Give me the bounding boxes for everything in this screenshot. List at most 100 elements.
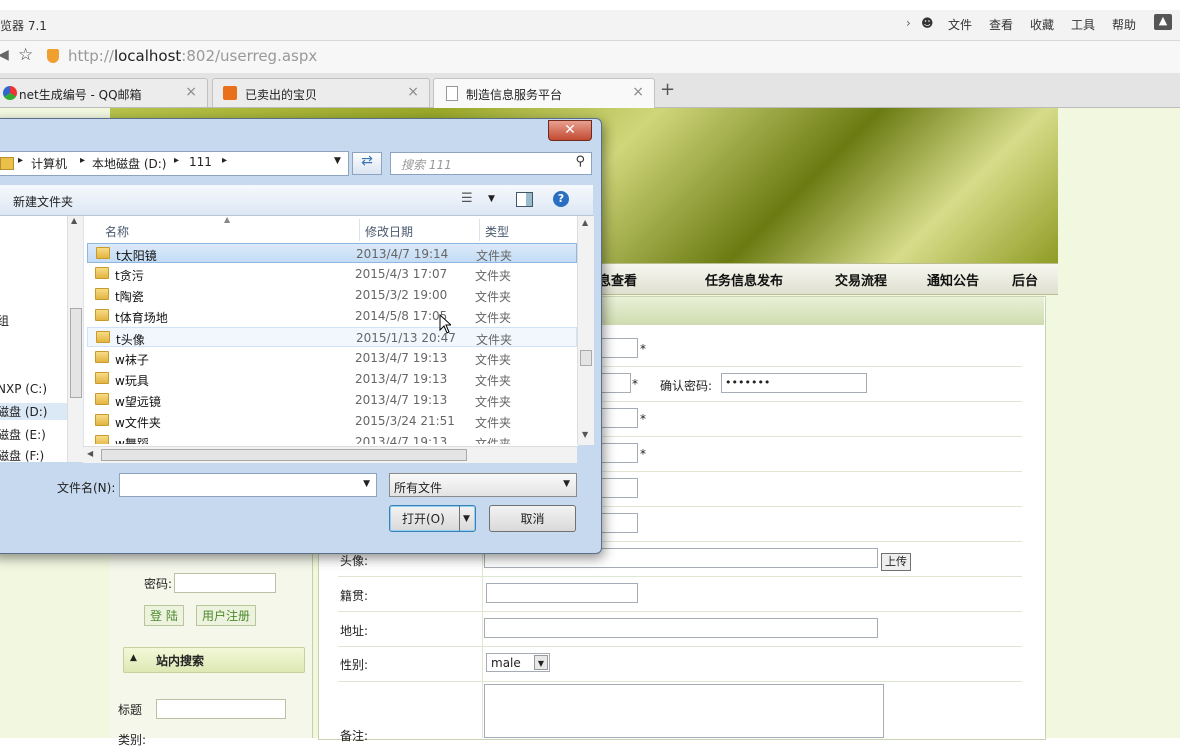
chevron-down-icon[interactable]: ▼ <box>363 479 370 489</box>
confirm-password-input[interactable]: ••••••• <box>721 373 867 393</box>
file-date: 2014/5/8 17:05 <box>355 309 447 323</box>
nav-trade-flow[interactable]: 交易流程 <box>835 270 887 289</box>
file-row[interactable]: t体育场地 2014/5/8 17:05 文件夹 <box>87 306 577 326</box>
search-input[interactable]: 搜索 111 ⚲ <box>390 152 592 175</box>
chevron-right-icon[interactable]: › <box>906 16 911 30</box>
close-icon[interactable]: × <box>407 84 419 100</box>
address-input[interactable] <box>484 618 878 638</box>
scroll-down-icon[interactable]: ▼ <box>582 430 588 439</box>
filetype-select[interactable]: 所有文件 ▼ <box>389 473 577 497</box>
close-icon[interactable]: × <box>185 84 197 100</box>
chevron-down-icon[interactable]: ▼ <box>463 506 470 532</box>
gender-select[interactable]: male ▼ <box>486 653 550 672</box>
view-list-icon[interactable]: ☰ <box>461 191 473 206</box>
breadcrumb-computer[interactable]: 计算机 <box>31 155 67 172</box>
scroll-thumb[interactable] <box>580 350 592 366</box>
star-icon[interactable]: ☆ <box>18 45 33 65</box>
file-row[interactable]: t太阳镜2013/4/7 19:14文件夹 <box>87 243 577 263</box>
menu-help[interactable]: 帮助 <box>1112 16 1136 33</box>
folder-icon <box>96 247 110 259</box>
file-type: 文件夹 <box>475 393 511 410</box>
tab-label: net生成编号 - QQ邮箱 <box>19 86 142 103</box>
column-type[interactable]: 类型 <box>485 223 509 240</box>
folder-icon <box>95 393 109 405</box>
nav-drive-c[interactable]: NXP (C:) <box>0 382 47 396</box>
scroll-up-icon[interactable]: ▲ <box>582 218 588 227</box>
file-row[interactable]: w望远镜2013/4/7 19:13文件夹 <box>87 390 577 410</box>
tab-platform[interactable]: 制造信息服务平台 × <box>433 78 655 108</box>
scroll-thumb[interactable] <box>101 449 467 461</box>
open-button[interactable]: 打开(O) ▼ <box>389 505 476 532</box>
menu-tools[interactable]: 工具 <box>1071 16 1095 33</box>
menu-view[interactable]: 查看 <box>989 16 1013 33</box>
filename-input[interactable]: ▼ <box>119 473 377 497</box>
file-scrollbar[interactable]: ▲ ▼ <box>577 216 594 445</box>
user-icon[interactable]: ☻ <box>921 16 934 30</box>
column-name[interactable]: 名称 <box>105 223 129 240</box>
breadcrumb[interactable]: ▸ 计算机 ▸ 本地磁盘 (D:) ▸ 111 ▸ ▼ <box>0 151 349 176</box>
refresh-icon[interactable]: ⇄ <box>352 152 382 175</box>
url-input[interactable]: http://localhost:802/userreg.aspx <box>68 47 317 65</box>
scroll-up-icon[interactable]: ▲ <box>71 216 77 225</box>
skin-icon[interactable]: ▲ <box>1154 14 1172 30</box>
nav-item[interactable]: 组 <box>0 312 9 329</box>
notes-label: 备注: <box>340 727 368 744</box>
search-panel-header: ▲ 站内搜索 <box>123 647 305 673</box>
tab-taobao[interactable]: 已卖出的宝贝 × <box>212 78 430 107</box>
file-row[interactable]: w袜子2013/4/7 19:13文件夹 <box>87 348 577 368</box>
file-row[interactable]: w玩具2013/4/7 19:13文件夹 <box>87 369 577 389</box>
upload-button[interactable]: 上传 <box>881 553 911 571</box>
native-input[interactable] <box>486 583 638 603</box>
new-tab-button[interactable]: + <box>660 79 675 100</box>
scroll-left-icon[interactable]: ◀ <box>87 449 93 458</box>
dialog-toolbar: 新建文件夹 ☰ ▼ ? <box>0 185 593 216</box>
nav-drive-d[interactable]: 磁盘 (D:) <box>0 403 67 420</box>
notes-textarea[interactable] <box>484 684 884 738</box>
file-name: t体育场地 <box>115 309 168 326</box>
password-input[interactable] <box>174 573 276 593</box>
preview-pane-icon[interactable] <box>516 192 533 207</box>
search-title-input[interactable] <box>156 699 286 719</box>
nav-drive-f[interactable]: 磁盘 (F:) <box>0 447 44 464</box>
register-button[interactable]: 用户注册 <box>196 605 256 626</box>
search-icon[interactable]: ⚲ <box>575 154 585 169</box>
close-icon[interactable]: × <box>632 84 644 100</box>
nav-scrollbar[interactable]: ▲ <box>67 216 84 462</box>
native-label: 籍贯: <box>340 587 368 604</box>
horizontal-scrollbar[interactable]: ◀ <box>83 446 577 463</box>
chevron-down-icon[interactable]: ▼ <box>334 156 341 166</box>
file-type: 文件夹 <box>476 331 512 348</box>
qqmail-icon <box>3 86 17 100</box>
tab-qqmail[interactable]: net生成编号 - QQ邮箱 × <box>0 78 208 107</box>
address-bar: ◀ ☆ http://localhost:802/userreg.aspx <box>0 40 1180 74</box>
menu-file[interactable]: 文件 <box>948 16 972 33</box>
new-folder-button[interactable]: 新建文件夹 <box>13 193 73 210</box>
chevron-down-icon[interactable]: ▼ <box>488 194 495 204</box>
file-row[interactable]: t陶瓷2015/3/2 19:00文件夹 <box>87 285 577 305</box>
menu-favorites[interactable]: 收藏 <box>1030 16 1054 33</box>
help-icon[interactable]: ? <box>553 191 569 207</box>
breadcrumb-drive[interactable]: 本地磁盘 (D:) <box>92 155 166 172</box>
file-name: w望远镜 <box>115 393 161 410</box>
scroll-thumb[interactable] <box>70 308 82 398</box>
nav-task-publish[interactable]: 任务信息发布 <box>705 270 783 289</box>
file-row[interactable]: t贪污2015/4/3 17:07文件夹 <box>87 264 577 284</box>
file-row[interactable]: w文件夹2015/3/24 21:51文件夹 <box>87 411 577 431</box>
file-type: 文件夹 <box>475 309 511 326</box>
shield-icon <box>47 49 59 63</box>
file-row[interactable]: w舞蹈2013/4/7 19:13文件夹 <box>87 432 577 444</box>
back-arrow-icon[interactable]: ◀ <box>0 47 9 63</box>
nav-drive-e[interactable]: 磁盘 (E:) <box>0 426 46 443</box>
nav-admin[interactable]: 后台 <box>1012 270 1038 289</box>
file-name: t陶瓷 <box>115 288 144 305</box>
file-type: 文件夹 <box>475 414 511 431</box>
file-row[interactable]: t头像2015/1/13 20:47文件夹 <box>87 327 577 347</box>
nav-notice[interactable]: 通知公告 <box>927 270 979 289</box>
nav-info-view[interactable]: 息查看 <box>598 270 637 289</box>
breadcrumb-folder[interactable]: 111 <box>189 155 212 169</box>
taobao-icon <box>223 86 237 100</box>
close-icon[interactable]: ✕ <box>548 120 592 141</box>
column-date[interactable]: 修改日期 <box>365 223 413 240</box>
login-button[interactable]: 登 陆 <box>144 605 184 626</box>
cancel-button[interactable]: 取消 <box>489 505 576 532</box>
